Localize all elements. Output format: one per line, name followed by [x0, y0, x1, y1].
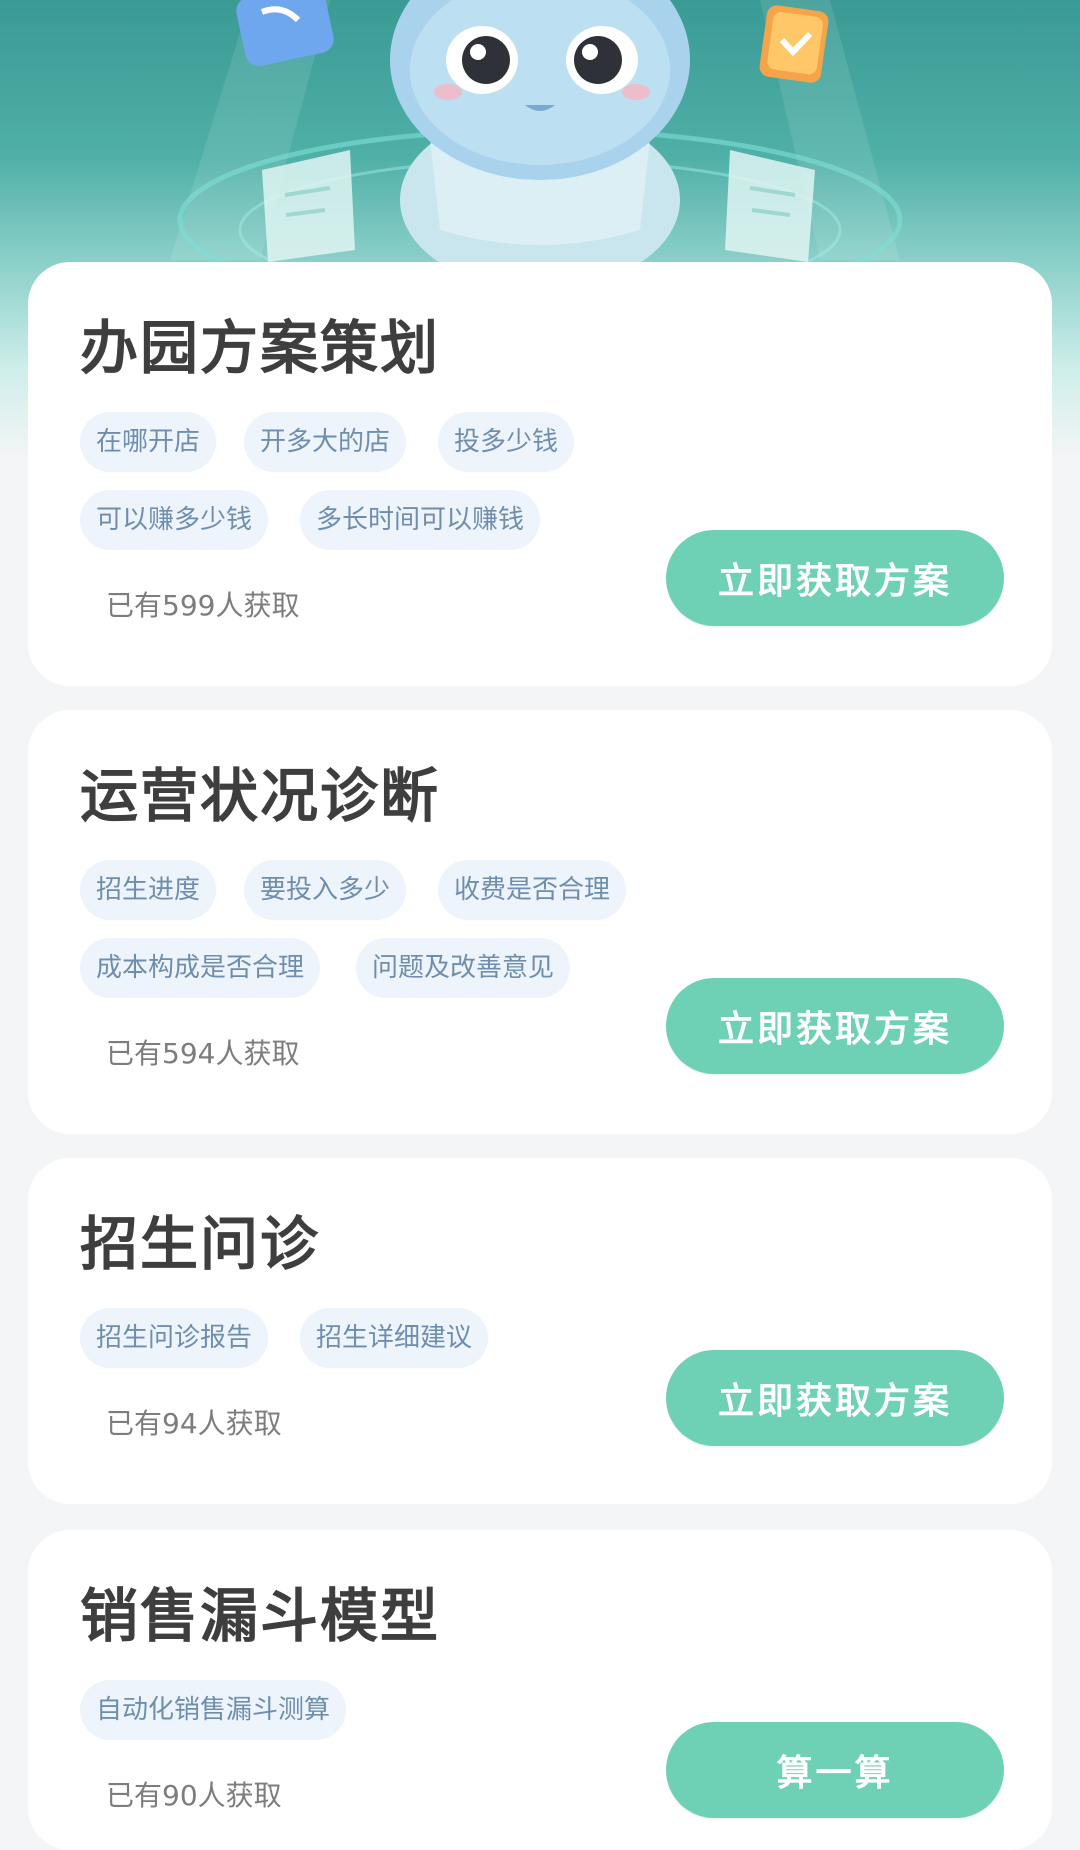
card-title: 招生问诊 — [80, 1210, 321, 1278]
acquired-count: 已有90人获取 — [106, 1779, 282, 1812]
card-diagnosis: 运营状况诊断 招生进度 要投入多少 收费是否合理 成本构成是否合理 问题及改善意… — [28, 710, 1052, 1134]
get-plan-button[interactable]: 立即获取方案 — [666, 530, 1004, 626]
tag: 问题及改善意见 — [356, 938, 571, 998]
tag: 多长时间可以赚钱 — [300, 490, 541, 550]
tag: 招生问诊报告 — [80, 1308, 269, 1368]
tag: 在哪开店 — [80, 412, 217, 472]
card-title: 销售漏斗模型 — [80, 1582, 441, 1650]
card-plan: 办园方案策划 在哪开店 开多大的店 投多少钱 可以赚多少钱 多长时间可以赚钱 已… — [28, 262, 1052, 686]
get-plan-button[interactable]: 立即获取方案 — [666, 1350, 1004, 1446]
acquired-count: 已有94人获取 — [106, 1407, 282, 1440]
card-title: 运营状况诊断 — [80, 762, 441, 830]
tag: 成本构成是否合理 — [80, 938, 321, 998]
tag: 要投入多少 — [244, 860, 407, 920]
tag: 收费是否合理 — [438, 860, 627, 920]
tag: 招生进度 — [80, 860, 217, 920]
tag: 可以赚多少钱 — [80, 490, 269, 550]
tag: 投多少钱 — [438, 412, 575, 472]
tag: 开多大的店 — [244, 412, 407, 472]
tag: 招生详细建议 — [300, 1308, 489, 1368]
get-plan-button[interactable]: 立即获取方案 — [666, 978, 1004, 1074]
card-sales-funnel: 销售漏斗模型 自动化销售漏斗测算 已有90人获取 算一算 — [28, 1530, 1052, 1850]
calculate-button[interactable]: 算一算 — [666, 1722, 1004, 1818]
tag: 自动化销售漏斗测算 — [80, 1680, 347, 1740]
blue-tool-icon — [236, 0, 334, 66]
acquired-count: 已有594人获取 — [106, 1037, 300, 1070]
card-title: 办园方案策划 — [80, 314, 441, 382]
card-enrollment: 招生问诊 招生问诊报告 招生详细建议 已有94人获取 立即获取方案 — [28, 1158, 1052, 1504]
acquired-count: 已有599人获取 — [106, 589, 300, 622]
orange-check-icon — [759, 5, 829, 83]
